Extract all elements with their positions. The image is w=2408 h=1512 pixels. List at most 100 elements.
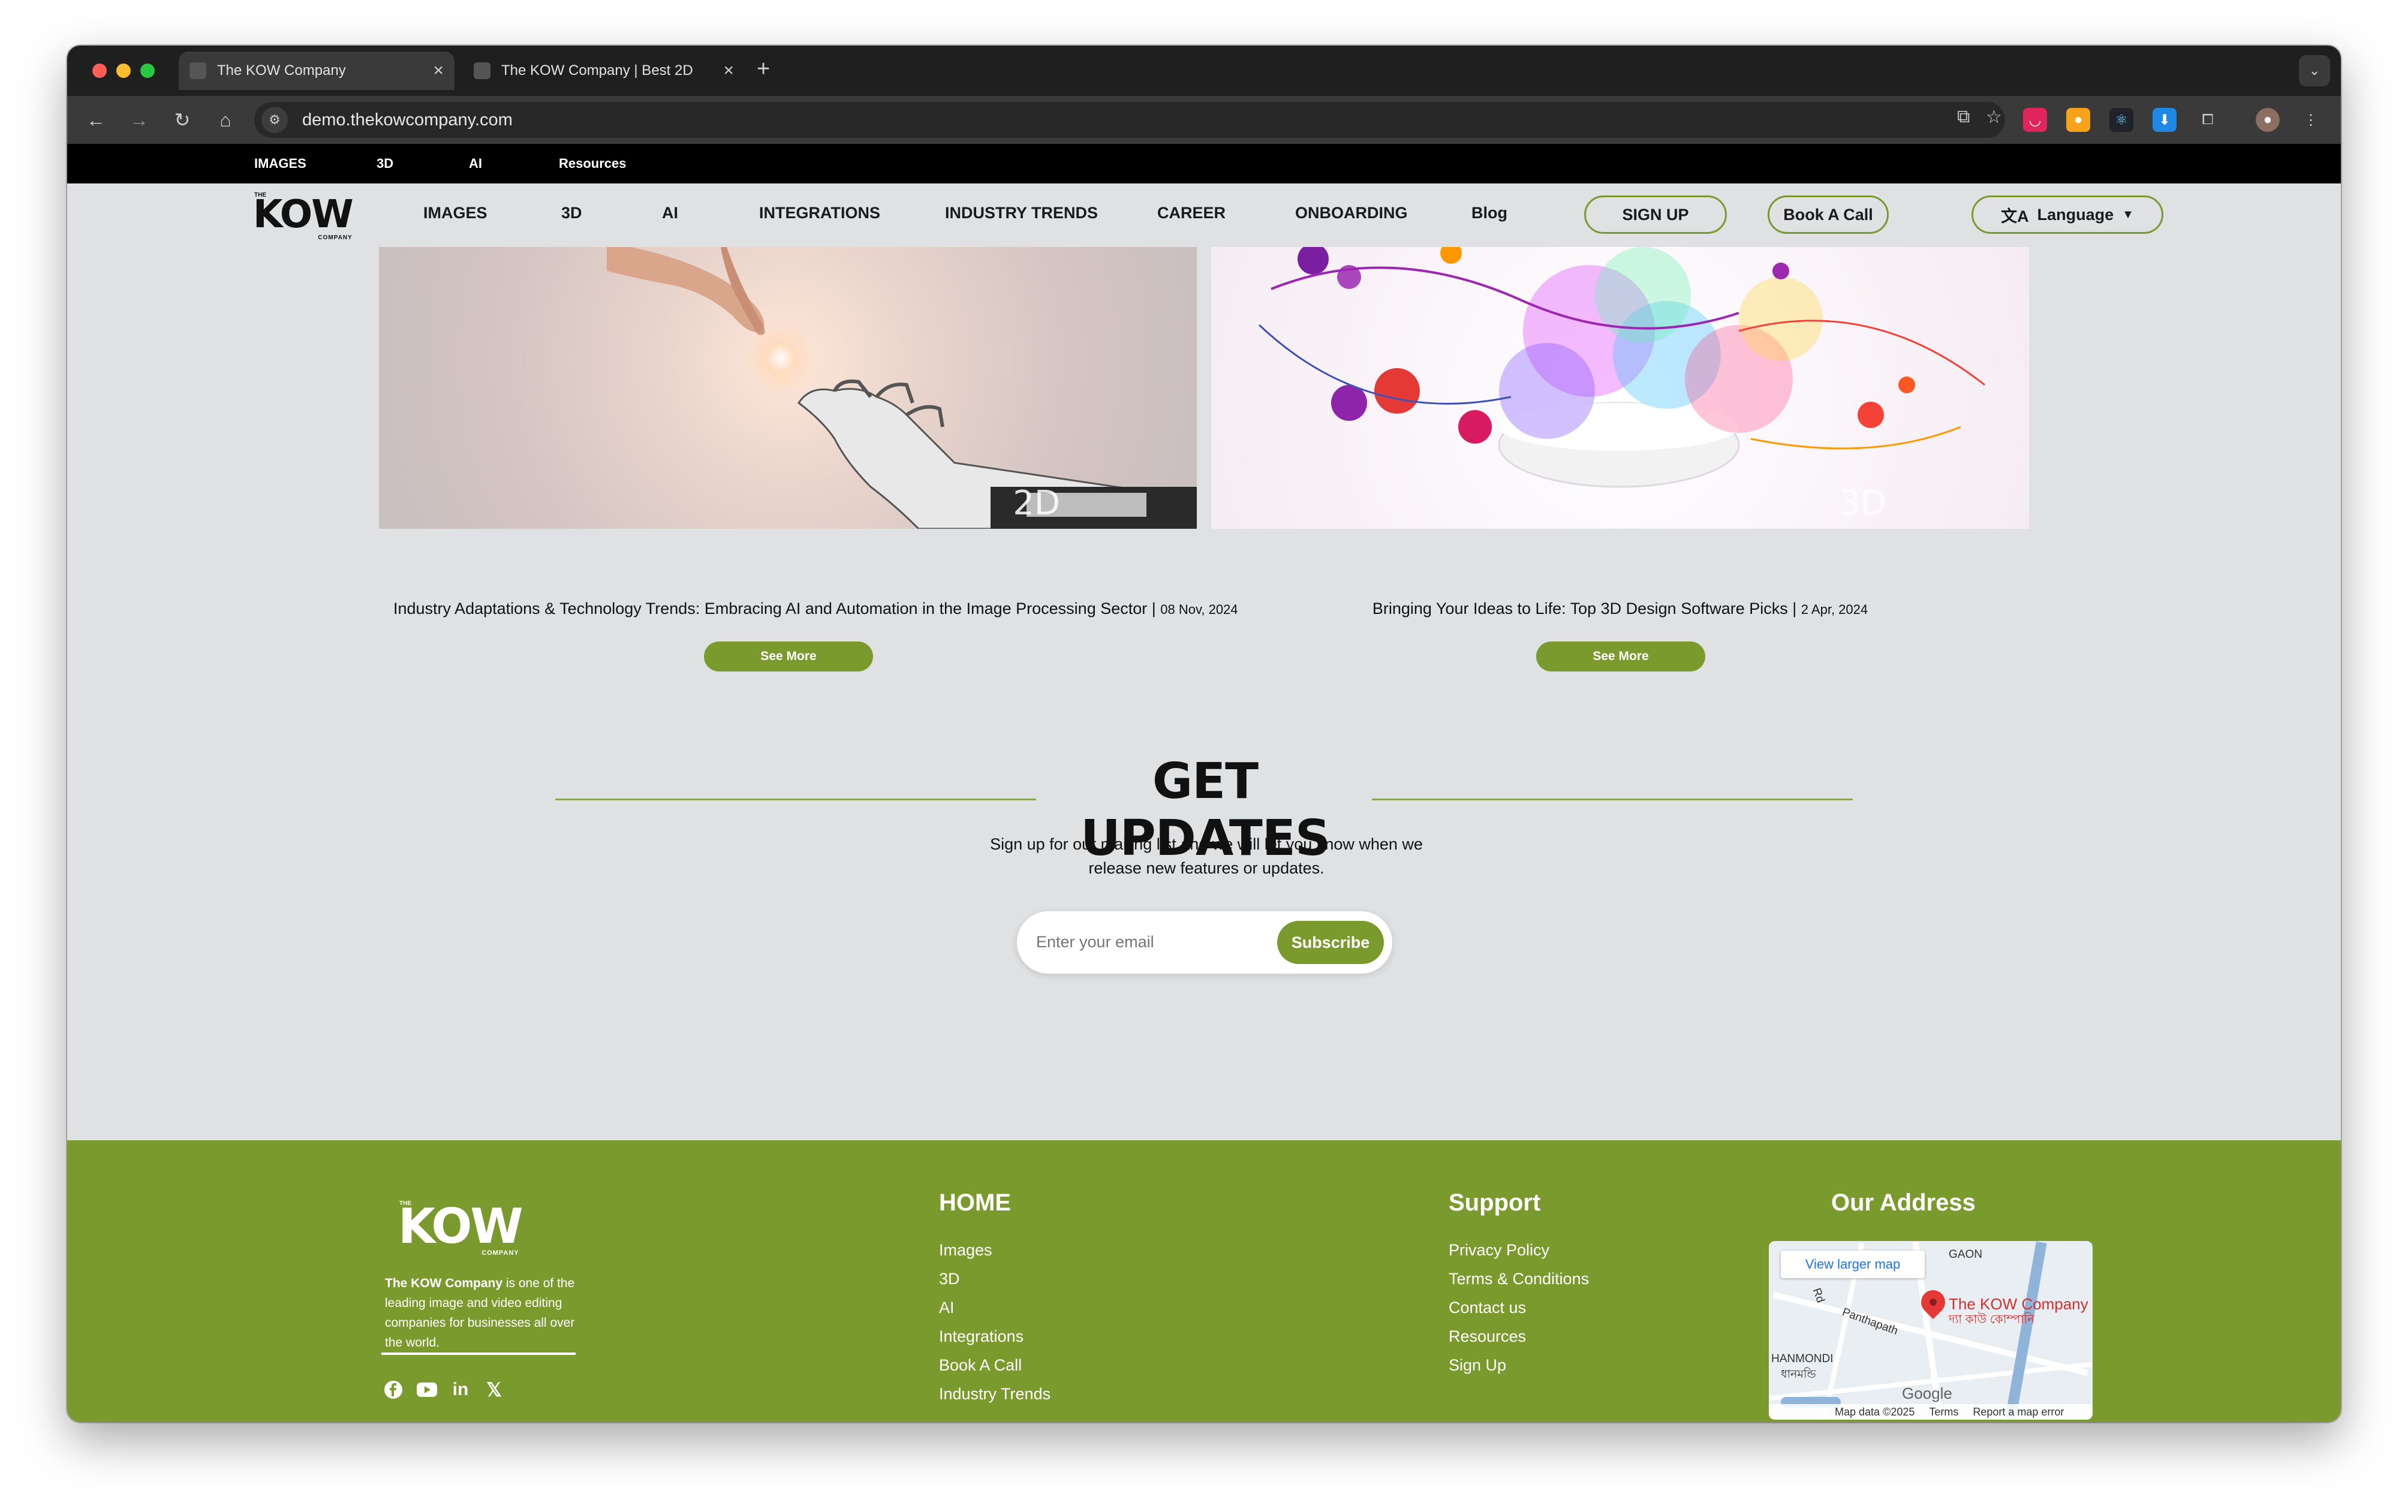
google-map-embed[interactable]: View larger map GAON Panthapath HANMONDI… [1769,1241,2093,1420]
x-icon[interactable]: 𝕏 [482,1378,506,1402]
card-title-industry-adaptations[interactable]: Industry Adaptations & Technology Trends… [393,600,1238,618]
nav-link-onboarding[interactable]: ONBOARDING [1295,204,1408,222]
map-label: HANMONDI [1771,1353,1834,1365]
book-a-call-button[interactable]: Book A Call [1768,195,1889,234]
reload-icon[interactable]: ↻ [169,107,195,133]
site-info-icon[interactable]: ⚙ [261,107,288,133]
map-report-error-link[interactable]: Report a map error [1973,1406,2064,1418]
map-label: ধানমন্ডি [1781,1368,1816,1381]
subscribe-button[interactable]: Subscribe [1277,921,1384,964]
view-larger-map-link[interactable]: View larger map [1781,1251,1925,1278]
nav-link-industry-trends[interactable]: INDUSTRY TRENDS [945,204,1098,222]
map-attribution: Map data ©2025 Terms Report a map error [1769,1404,2093,1420]
extensions-puzzle-icon[interactable]: ⧠ [2196,108,2220,132]
tab-title: The KOW Company [217,62,346,79]
footer-link-ai[interactable]: AI [939,1299,955,1317]
maximize-window-button[interactable] [140,64,155,78]
footer-divider [381,1353,576,1355]
card-title-bringing-ideas[interactable]: Bringing Your Ideas to Life: Top 3D Desi… [1224,600,2016,618]
tab-the-kow-company[interactable]: The KOW Company × [179,52,454,90]
description-line-2: release new features or updates. [1088,859,1325,877]
favicon-icon [474,62,490,79]
browser-menu-icon[interactable]: ⋮ [2299,108,2323,132]
topbar-link-resources[interactable]: Resources [559,156,627,171]
profile-avatar-icon[interactable]: ● [2256,108,2280,132]
see-more-button[interactable]: See More [704,641,873,671]
forward-icon[interactable]: → [126,107,152,133]
topbar-link-ai[interactable]: AI [469,156,482,171]
robot-hand-illustration [607,247,1197,529]
footer-link-contact-us[interactable]: Contact us [1449,1299,1526,1317]
footer-link-resources[interactable]: Resources [1449,1327,1526,1346]
see-more-button[interactable]: See More [1536,641,1705,671]
web-page: IMAGES 3D AI Resources THE KOW COMPANY I… [67,144,2341,1422]
close-window-button[interactable] [92,64,107,78]
logo-company: COMPANY [481,1249,519,1257]
nav-link-blog[interactable]: Blog [1471,204,1507,222]
url-text[interactable]: demo.thekowcompany.com [302,110,513,130]
react-devtools-icon[interactable]: ⚛ [2109,108,2133,132]
footer-link-terms[interactable]: Terms & Conditions [1449,1270,1589,1288]
topbar-link-3d[interactable]: 3D [377,156,393,171]
tab-the-kow-company-best-2d[interactable]: The KOW Company | Best 2D × [463,52,745,90]
card-title-text: Industry Adaptations & Technology Trends… [393,600,1156,618]
card-image-3d-design[interactable]: 3D [1211,247,2029,529]
translate-icon: 文A [2001,207,2029,225]
footer-link-images[interactable]: Images [939,1241,992,1260]
about-company-name: The KOW Company [385,1276,503,1290]
youtube-icon[interactable] [415,1378,439,1402]
color-splash-illustration [1258,247,1985,488]
get-updates-description: Sign up for our mailing list and we will… [907,832,1506,880]
extension-icon[interactable]: ● [2066,108,2090,132]
new-tab-button[interactable]: + [757,56,770,82]
nav-link-images[interactable]: IMAGES [423,204,487,222]
topbar-link-images[interactable]: IMAGES [254,156,306,171]
footer-link-3d[interactable]: 3D [939,1270,960,1288]
minimize-window-button[interactable] [116,64,131,78]
footer-link-sign-up[interactable]: Sign Up [1449,1356,1506,1375]
email-input[interactable] [1036,933,1264,951]
footer-heading-support: Support [1449,1189,1541,1216]
card-image-ai-robot-hand[interactable]: 2D [379,247,1197,529]
footer-kow-logo[interactable]: THE KOW COMPANY [398,1200,523,1257]
nav-link-career[interactable]: CAREER [1157,204,1226,222]
footer: THE KOW COMPANY The KOW Company is one o… [67,1140,2341,1422]
tab-title: The KOW Company | Best 2D [501,62,693,79]
home-icon[interactable]: ⌂ [212,107,239,133]
map-terms-link[interactable]: Terms [1929,1406,1958,1418]
logo-kow: KOW [398,1198,523,1254]
tab-close-icon[interactable]: × [723,61,734,81]
map-label: GAON [1949,1248,1982,1261]
bookmark-star-icon[interactable]: ☆ [1986,107,2002,128]
sign-up-button[interactable]: SIGN UP [1584,195,1727,234]
kow-logo[interactable]: THE KOW COMPANY [253,192,354,241]
card-title-text: Bringing Your Ideas to Life: Top 3D Desi… [1372,600,1797,618]
facebook-icon[interactable] [381,1378,405,1402]
map-place-name-local: দ্যা কাউ কোম্পানি [1949,1313,2035,1326]
footer-heading-address: Our Address [1831,1189,1976,1216]
top-bar: IMAGES 3D AI Resources [67,144,2341,183]
back-icon[interactable]: ← [83,107,109,133]
address-bar[interactable]: ⚙ demo.thekowcompany.com ⧉ ☆ [254,102,2005,138]
map-data-text: Map data ©2025 [1835,1405,1915,1418]
footer-about-text: The KOW Company is one of the leading im… [385,1273,577,1353]
language-label: Language [2037,205,2114,224]
main-nav: THE KOW COMPANY IMAGES 3D AI INTEGRATION… [67,183,2341,247]
logo-kow: KOW [253,192,354,237]
download-extension-icon[interactable]: ⬇ [2153,108,2177,132]
footer-link-industry-trends[interactable]: Industry Trends [939,1385,1051,1403]
tab-close-icon[interactable]: × [433,61,444,81]
linkedin-icon[interactable]: in [449,1378,472,1402]
footer-link-privacy-policy[interactable]: Privacy Policy [1449,1241,1549,1260]
nav-link-3d[interactable]: 3D [561,204,582,222]
nav-link-ai[interactable]: AI [662,204,678,222]
pocket-extension-icon[interactable]: ◡ [2023,108,2047,132]
footer-link-integrations[interactable]: Integrations [939,1327,1024,1346]
footer-heading-home: HOME [939,1189,1011,1216]
tab-search-button[interactable]: ⌄ [2299,55,2330,86]
divider-right [1372,799,1853,800]
footer-link-book-a-call[interactable]: Book A Call [939,1356,1022,1375]
install-app-icon[interactable]: ⧉ [1957,107,1970,127]
nav-link-integrations[interactable]: INTEGRATIONS [759,204,880,222]
language-dropdown[interactable]: 文A Language ▼ [1971,195,2163,234]
